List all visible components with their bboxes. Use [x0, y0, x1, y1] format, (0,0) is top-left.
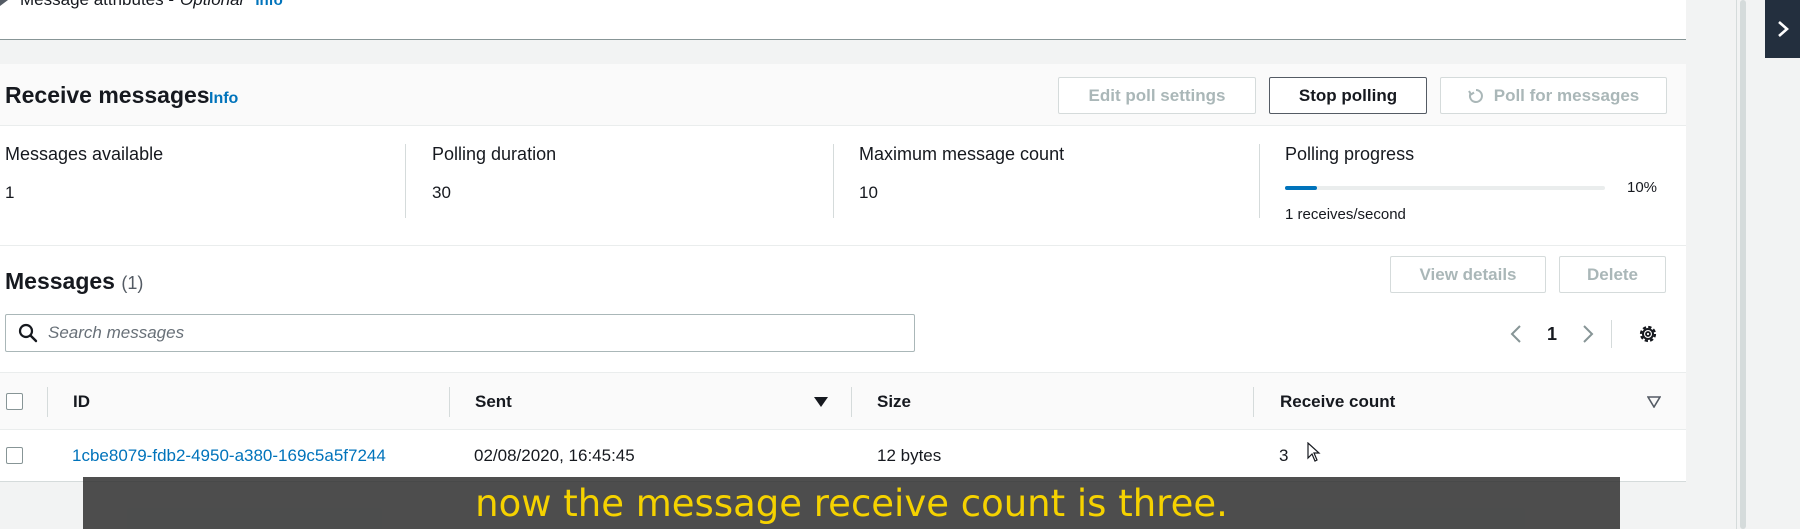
polling-rate: 1 receives/second	[1285, 206, 1406, 223]
search-messages-input[interactable]	[48, 318, 914, 348]
side-panel-toggle[interactable]	[1765, 0, 1800, 58]
optional-label: Optional	[180, 0, 243, 10]
stat-max-message-count: Maximum message count 10	[859, 144, 1064, 218]
message-attributes-section: Message attributes - Optional Info	[0, 0, 1686, 40]
stop-polling-button[interactable]: Stop polling	[1269, 77, 1427, 114]
messages-title: Messages (1)	[5, 268, 143, 295]
search-icon	[18, 323, 38, 343]
progress-track	[1285, 185, 1605, 190]
message-attributes-label: Message attributes -	[20, 0, 174, 10]
stat-polling-progress: Polling progress 10% 1 receives/second	[1285, 144, 1657, 223]
max-message-count-label: Maximum message count	[859, 144, 1065, 164]
column-divider	[47, 387, 48, 417]
max-message-count-value: 10	[859, 183, 878, 202]
messages-available-value: 1	[5, 183, 15, 202]
messages-count: (1)	[121, 273, 144, 293]
message-size: 12 bytes	[877, 446, 942, 465]
progress-fill	[1285, 185, 1317, 190]
polling-stats: Messages available 1 Polling duration 30…	[0, 126, 1686, 246]
receive-messages-info-link[interactable]: Info	[209, 90, 238, 108]
refresh-icon	[1467, 88, 1483, 103]
table-row[interactable]: 1cbe8079-fdb2-4950-a380-169c5a5f7244 02/…	[0, 430, 1686, 482]
progress-percent: 10%	[1627, 179, 1658, 196]
stat-divider	[833, 144, 834, 218]
messages-title-text: Messages	[5, 268, 115, 294]
chevron-right-icon[interactable]	[1575, 322, 1599, 346]
caret-right-icon	[0, 0, 8, 6]
current-page[interactable]: 1	[1547, 324, 1557, 345]
poll-for-messages-label: Poll for messages	[1493, 85, 1640, 105]
poll-for-messages-button[interactable]: Poll for messages	[1440, 77, 1667, 114]
column-header-id[interactable]: ID	[73, 373, 90, 431]
chevron-right-icon	[1777, 21, 1789, 37]
scrollbar-thumb[interactable]	[1740, 0, 1746, 529]
stat-polling-duration: Polling duration 30	[432, 144, 556, 218]
polling-progress: 10%	[1285, 179, 1657, 196]
messages-panel: Messages (1) View details Delete 1 ID Se…	[0, 246, 1686, 482]
chevron-left-icon[interactable]	[1505, 322, 1529, 346]
message-id-link[interactable]: 1cbe8079-fdb2-4950-a380-169c5a5f7244	[72, 430, 386, 482]
view-details-button[interactable]: View details	[1390, 256, 1546, 293]
column-header-receive-count[interactable]: Receive count	[1280, 373, 1395, 431]
column-header-sent[interactable]: Sent	[475, 373, 512, 431]
receive-messages-panel: Receive messages Info Edit poll settings…	[0, 64, 1686, 246]
polling-progress-label: Polling progress	[1285, 144, 1415, 164]
message-receive-count: 3	[1279, 446, 1289, 465]
select-all-checkbox[interactable]	[6, 393, 23, 410]
gear-icon[interactable]	[1636, 322, 1660, 346]
row-checkbox[interactable]	[6, 447, 23, 464]
column-header-size[interactable]: Size	[877, 373, 911, 431]
sort-descending-icon[interactable]	[814, 397, 828, 407]
sort-icon[interactable]	[1647, 396, 1661, 408]
polling-duration-value: 30	[432, 183, 451, 202]
stat-divider	[1259, 144, 1260, 218]
video-caption: now the message receive count is three.	[83, 477, 1620, 529]
search-messages-box[interactable]	[5, 314, 915, 352]
table-header: ID Sent Size Receive count	[0, 372, 1686, 430]
stat-divider	[405, 144, 406, 218]
receive-messages-title: Receive messages	[5, 82, 210, 108]
delete-button[interactable]: Delete	[1559, 256, 1666, 293]
column-divider	[449, 387, 450, 417]
messages-available-label: Messages available	[5, 144, 164, 164]
stat-messages-available: Messages available 1	[5, 144, 163, 218]
message-sent: 02/08/2020, 16:45:45	[474, 446, 635, 465]
mouse-cursor-icon	[1307, 442, 1321, 462]
pager-divider	[1611, 320, 1612, 348]
edit-poll-settings-button[interactable]: Edit poll settings	[1058, 77, 1256, 114]
column-divider	[851, 387, 852, 417]
receive-messages-header: Receive messages Info Edit poll settings…	[0, 64, 1686, 126]
caption-text: now the message receive count is three.	[475, 481, 1228, 525]
message-attributes-toggle[interactable]: Message attributes - Optional Info	[0, 0, 283, 12]
pagination: 1	[1505, 322, 1599, 346]
polling-duration-label: Polling duration	[432, 144, 557, 164]
column-divider	[1253, 387, 1254, 417]
message-attributes-info-link[interactable]: Info	[255, 0, 283, 9]
